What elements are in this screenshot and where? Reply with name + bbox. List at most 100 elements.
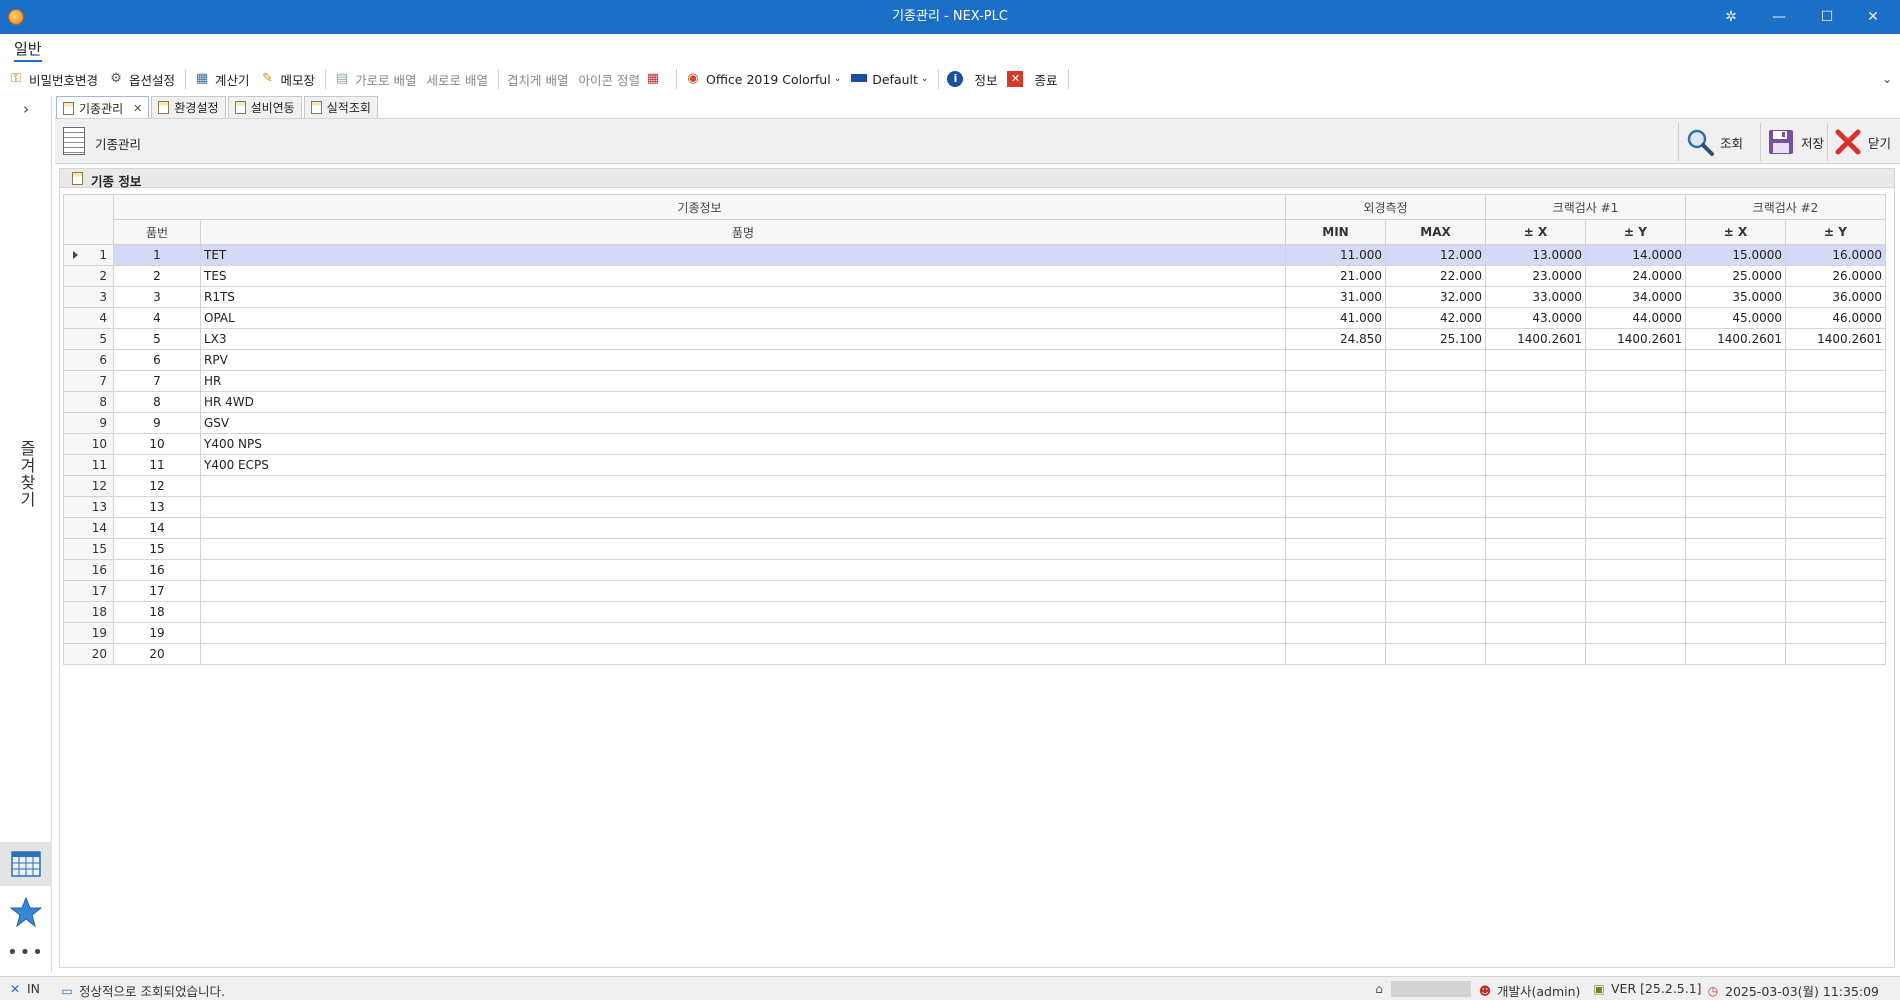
cell-name[interactable] — [200, 496, 1286, 518]
cell-x2[interactable] — [1685, 412, 1786, 434]
table-row[interactable]: 6 6 RPV — [63, 349, 1886, 371]
cell-y1[interactable]: 14.0000 — [1585, 244, 1686, 266]
cell-name[interactable]: OPAL — [200, 307, 1286, 329]
table-row[interactable]: 20 20 — [63, 643, 1886, 665]
cell-y1[interactable] — [1585, 349, 1686, 371]
cell-code[interactable]: 16 — [113, 559, 201, 581]
cell-name[interactable]: RPV — [200, 349, 1286, 371]
row-indicator[interactable]: 17 — [63, 580, 114, 602]
cell-y2[interactable]: 1400.2601 — [1785, 328, 1886, 350]
cell-x2[interactable] — [1685, 454, 1786, 476]
tab-equipment-link[interactable]: 설비연동 — [227, 96, 302, 118]
cell-name[interactable] — [200, 517, 1286, 539]
table-row[interactable]: 15 15 — [63, 538, 1886, 560]
tile-horizontal-button[interactable]: ▤ 가로로 배열 — [334, 68, 417, 90]
table-row[interactable]: 3 3 R1TS 31.000 32.000 33.0000 34.0000 35.0000 3… — [63, 286, 1886, 308]
cell-y1[interactable] — [1585, 391, 1686, 413]
table-row[interactable]: 9 9 GSV — [63, 412, 1886, 434]
row-indicator[interactable]: 13 — [63, 496, 114, 518]
cell-code[interactable]: 20 — [113, 643, 201, 665]
cell-max[interactable] — [1385, 643, 1486, 665]
cell-y1[interactable] — [1585, 370, 1686, 392]
cell-x1[interactable] — [1485, 601, 1586, 623]
cell-x1[interactable] — [1485, 517, 1586, 539]
row-indicator[interactable]: 8 — [63, 391, 114, 413]
cell-code[interactable]: 17 — [113, 580, 201, 602]
column-header-name[interactable]: 품명 — [200, 219, 1286, 245]
cell-max[interactable]: 42.000 — [1385, 307, 1486, 329]
cell-y2[interactable] — [1785, 454, 1886, 476]
row-indicator[interactable]: 11 — [63, 454, 114, 476]
cell-x1[interactable] — [1485, 580, 1586, 602]
table-row[interactable]: 17 17 — [63, 580, 1886, 602]
nav-more-icon[interactable]: ••• — [0, 930, 52, 974]
cell-x1[interactable]: 23.0000 — [1485, 265, 1586, 287]
cell-x1[interactable] — [1485, 370, 1586, 392]
cell-x2[interactable]: 15.0000 — [1685, 244, 1786, 266]
cell-y1[interactable]: 24.0000 — [1585, 265, 1686, 287]
info-button[interactable]: i 정보 — [947, 68, 997, 90]
cell-name[interactable]: Y400 ECPS — [200, 454, 1286, 476]
cell-min[interactable]: 24.850 — [1285, 328, 1386, 350]
row-indicator[interactable]: 2 — [63, 265, 114, 287]
cell-min[interactable] — [1285, 454, 1386, 476]
change-password-button[interactable]: ⚿ 비밀번호변경 — [8, 68, 98, 90]
cell-name[interactable]: HR 4WD — [200, 391, 1286, 413]
cell-min[interactable]: 31.000 — [1285, 286, 1386, 308]
cell-min[interactable] — [1285, 433, 1386, 455]
tab-results[interactable]: 실적조회 — [303, 96, 378, 118]
cell-y2[interactable] — [1785, 475, 1886, 497]
cell-x1[interactable]: 33.0000 — [1485, 286, 1586, 308]
cell-min[interactable] — [1285, 601, 1386, 623]
cell-y2[interactable] — [1785, 622, 1886, 644]
cell-x1[interactable] — [1485, 391, 1586, 413]
column-header-x2[interactable]: ± X — [1685, 219, 1786, 245]
row-indicator[interactable]: 1 — [63, 244, 114, 266]
cell-max[interactable] — [1385, 622, 1486, 644]
cell-max[interactable] — [1385, 559, 1486, 581]
cell-name[interactable] — [200, 475, 1286, 497]
ribbon-collapse-icon[interactable]: ⌄ — [1882, 72, 1892, 86]
table-row[interactable]: 8 8 HR 4WD — [63, 391, 1886, 413]
row-indicator[interactable]: 6 — [63, 349, 114, 371]
cell-y1[interactable]: 1400.2601 — [1585, 328, 1686, 350]
cell-y2[interactable] — [1785, 412, 1886, 434]
close-window-button[interactable]: ✕ — [1850, 0, 1896, 34]
cell-y2[interactable]: 46.0000 — [1785, 307, 1886, 329]
row-indicator[interactable]: 15 — [63, 538, 114, 560]
cell-name[interactable] — [200, 622, 1286, 644]
cell-x2[interactable]: 45.0000 — [1685, 307, 1786, 329]
favorites-label[interactable]: 즐겨찾기 — [14, 440, 38, 508]
cell-name[interactable]: LX3 — [200, 328, 1286, 350]
cell-x1[interactable]: 43.0000 — [1485, 307, 1586, 329]
cascade-button[interactable]: 겹치게 배열 — [507, 68, 568, 90]
cell-x1[interactable] — [1485, 454, 1586, 476]
cell-code[interactable]: 6 — [113, 349, 201, 371]
cell-y1[interactable] — [1585, 622, 1686, 644]
cell-max[interactable]: 25.100 — [1385, 328, 1486, 350]
arrange-icons-button[interactable]: 아이콘 정렬 ▦ — [579, 68, 666, 90]
cell-y1[interactable] — [1585, 475, 1686, 497]
cell-name[interactable]: Y400 NPS — [200, 433, 1286, 455]
tab-settings[interactable]: 환경설정 — [151, 96, 226, 118]
close-form-button[interactable]: 닫기 — [1834, 126, 1891, 158]
cell-max[interactable] — [1385, 538, 1486, 560]
palette-dropdown[interactable]: Default ⌄ — [851, 68, 928, 90]
cell-x2[interactable] — [1685, 538, 1786, 560]
table-row[interactable]: 11 11 Y400 ECPS — [63, 454, 1886, 476]
cell-min[interactable]: 21.000 — [1285, 265, 1386, 287]
row-indicator[interactable]: 9 — [63, 412, 114, 434]
cell-max[interactable] — [1385, 517, 1486, 539]
cell-name[interactable]: TES — [200, 265, 1286, 287]
cell-y2[interactable] — [1785, 643, 1886, 665]
table-row[interactable]: 16 16 — [63, 559, 1886, 581]
cell-name[interactable] — [200, 643, 1286, 665]
table-row[interactable]: 1 1 TET 11.000 12.000 13.0000 14.0000 15.0000 16… — [63, 244, 1886, 266]
ribbon-tab-general[interactable]: 일반 — [14, 38, 42, 62]
cell-y2[interactable] — [1785, 601, 1886, 623]
cell-x2[interactable]: 25.0000 — [1685, 265, 1786, 287]
cell-x2[interactable] — [1685, 391, 1786, 413]
cell-x1[interactable]: 13.0000 — [1485, 244, 1586, 266]
cell-x1[interactable]: 1400.2601 — [1485, 328, 1586, 350]
cell-y2[interactable] — [1785, 559, 1886, 581]
